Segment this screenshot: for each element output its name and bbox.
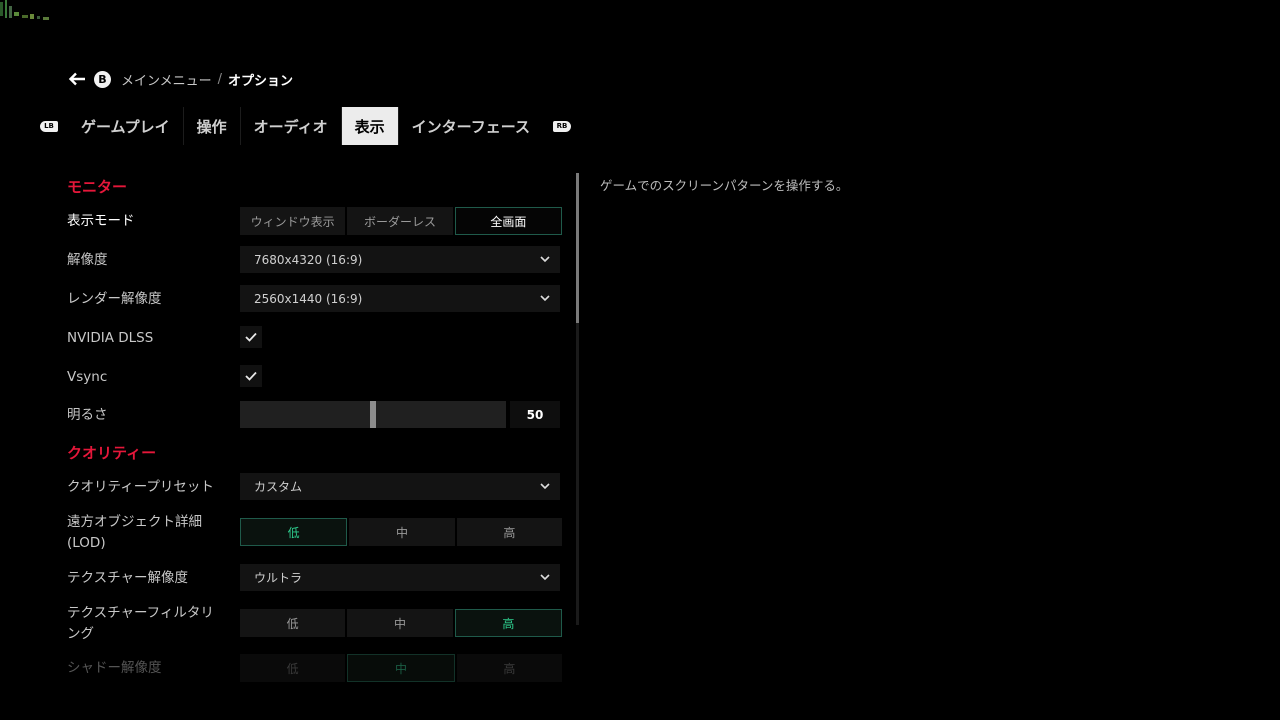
chevron-down-icon — [540, 574, 550, 581]
dlss-checkbox[interactable] — [240, 326, 262, 348]
texture-resolution-dropdown[interactable]: ウルトラ — [240, 564, 560, 591]
resolution-label: 解像度 — [67, 252, 108, 268]
render-resolution-value: 2560x1440 (16:9) — [254, 291, 363, 306]
brightness-slider-track[interactable] — [240, 401, 506, 428]
settings-scrollbar[interactable] — [576, 173, 579, 625]
corner-noise-graphic — [0, 0, 49, 20]
tab-display[interactable]: 表示 — [340, 107, 398, 145]
setting-description: ゲームでのスクリーンパターンを操作する。 — [600, 178, 849, 193]
brightness-label: 明るさ — [67, 407, 108, 423]
texture-filtering-high[interactable]: 高 — [454, 609, 562, 637]
breadcrumb: B メインメニュー / オプション — [68, 68, 293, 90]
lb-bumper-icon[interactable]: LB — [40, 120, 58, 132]
shadow-resolution-low[interactable]: 低 — [240, 654, 346, 682]
section-heading-monitor: モニター — [67, 178, 128, 196]
section-heading-quality: クオリティー — [67, 444, 157, 462]
lod-selector: 低 中 高 — [240, 518, 562, 546]
b-button-icon: B — [94, 70, 111, 88]
breadcrumb-parent[interactable]: メインメニュー — [121, 70, 212, 89]
quality-preset-value: カスタム — [254, 480, 303, 494]
lod-label-line2: (LOD) — [67, 535, 106, 551]
shadow-resolution-label: シャドー解像度 — [67, 660, 162, 676]
lod-label: 遠方オブジェクト詳細 (LOD) — [67, 512, 202, 554]
brightness-value: 50 — [510, 401, 560, 428]
chevron-down-icon — [540, 256, 550, 263]
back-arrow-icon[interactable] — [68, 70, 86, 88]
render-resolution-label: レンダー解像度 — [67, 291, 162, 307]
resolution-value: 7680x4320 (16:9) — [254, 252, 363, 267]
texture-filtering-medium[interactable]: 中 — [347, 609, 453, 637]
texture-filtering-selector: 低 中 高 — [240, 609, 562, 637]
display-mode-fullscreen[interactable]: 全画面 — [454, 207, 562, 235]
brightness-slider: 50 — [240, 401, 560, 428]
breadcrumb-separator: / — [217, 71, 223, 87]
lod-medium[interactable]: 中 — [349, 518, 455, 546]
vsync-label: Vsync — [67, 369, 108, 385]
texture-resolution-label: テクスチャー解像度 — [67, 570, 188, 586]
lod-label-line1: 遠方オブジェクト詳細 — [67, 514, 202, 530]
lod-high[interactable]: 高 — [456, 518, 562, 546]
texture-filtering-low[interactable]: 低 — [240, 609, 346, 637]
tab-interface[interactable]: インターフェース — [397, 107, 543, 145]
shadow-resolution-high[interactable]: 高 — [456, 654, 562, 682]
quality-preset-dropdown[interactable]: カスタム — [240, 473, 560, 500]
display-mode-windowed[interactable]: ウィンドウ表示 — [240, 207, 346, 235]
chevron-down-icon — [540, 295, 550, 302]
texture-filtering-label-line1: テクスチャーフィルタリ — [67, 605, 214, 621]
breadcrumb-current: オプション — [228, 73, 294, 89]
scrollbar-thumb[interactable] — [576, 173, 579, 323]
shadow-resolution-medium[interactable]: 中 — [347, 654, 455, 682]
display-mode-borderless[interactable]: ボーダーレス — [347, 207, 453, 235]
quality-preset-label: クオリティープリセット — [67, 479, 214, 495]
display-mode-label: 表示モード — [67, 213, 135, 229]
texture-filtering-label: テクスチャーフィルタリ ング — [67, 603, 214, 645]
lod-low[interactable]: 低 — [240, 518, 348, 546]
display-mode-selector: ウィンドウ表示 ボーダーレス 全画面 — [240, 207, 562, 235]
tab-controls[interactable]: 操作 — [182, 107, 240, 145]
rb-bumper-icon[interactable]: RB — [553, 120, 571, 132]
render-resolution-dropdown[interactable]: 2560x1440 (16:9) — [240, 285, 560, 312]
checkmark-icon — [245, 371, 257, 381]
texture-filtering-label-line2: ング — [67, 626, 94, 642]
tab-gameplay[interactable]: ゲームプレイ — [68, 107, 183, 145]
brightness-slider-handle[interactable] — [370, 401, 376, 428]
dlss-label: NVIDIA DLSS — [67, 330, 154, 346]
resolution-dropdown[interactable]: 7680x4320 (16:9) — [240, 246, 560, 273]
tab-bar: LB ゲームプレイ 操作 オーディオ 表示 インターフェース RB — [40, 107, 571, 145]
vsync-checkbox[interactable] — [240, 365, 262, 387]
texture-resolution-value: ウルトラ — [254, 571, 303, 585]
chevron-down-icon — [540, 483, 550, 490]
tab-audio[interactable]: オーディオ — [239, 107, 341, 145]
shadow-resolution-selector: 低 中 高 — [240, 654, 562, 682]
checkmark-icon — [245, 332, 257, 342]
